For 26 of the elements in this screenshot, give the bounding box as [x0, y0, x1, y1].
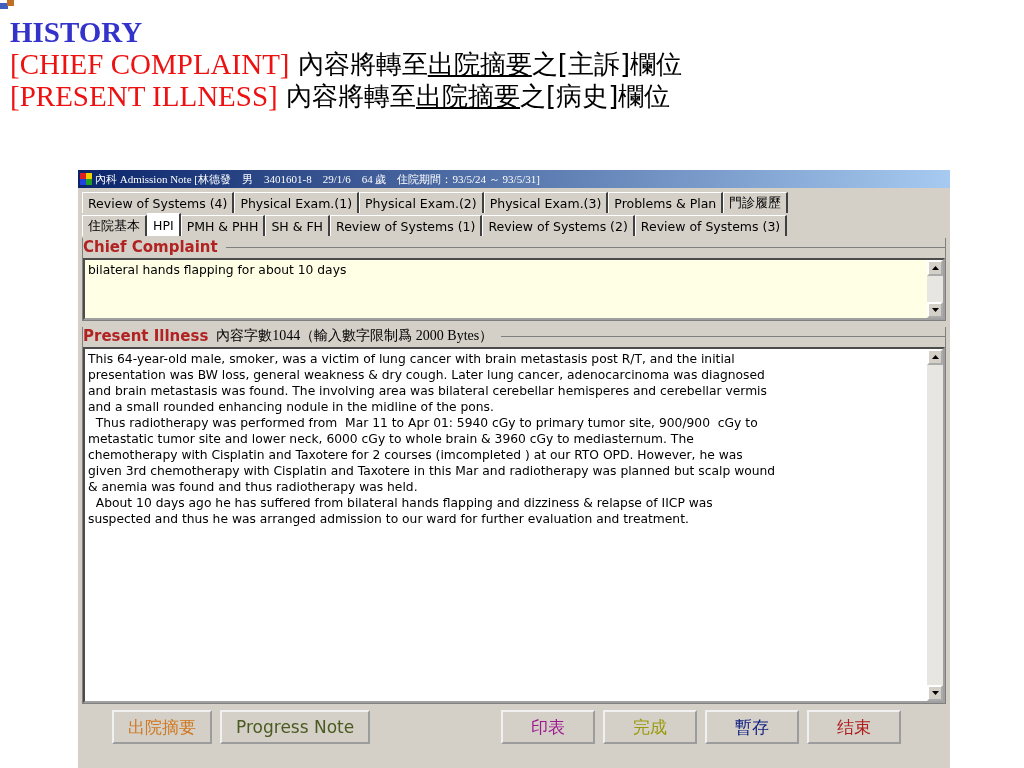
tab[interactable]: Physical Exam.(2): [359, 192, 484, 213]
tab[interactable]: PMH & PHH: [180, 215, 266, 236]
action-button[interactable]: Progress Note: [220, 710, 371, 744]
window-title: 內科 Admission Note [林德發 男 3401601-8 29/1/6 64 歲 住院期間：93/5/24 ～ 93/5/31]: [78, 170, 950, 188]
action-button[interactable]: 暫存: [705, 710, 800, 744]
tab[interactable]: 門診履歷: [723, 192, 789, 213]
group-title: Chief Complaint: [83, 238, 218, 256]
tab[interactable]: Physical Exam.(1): [234, 192, 360, 213]
tab[interactable]: Problems & Plan: [608, 192, 724, 213]
slide-text: [PRESENT ILLNESS] 內容將轉至出院摘要之[病史]欄位: [10, 80, 672, 112]
tab[interactable]: HPI: [147, 213, 181, 236]
slide-logo-icon: [0, 0, 14, 9]
tab[interactable]: Review of Systems (4): [82, 192, 235, 213]
slide-heading: HISTORY: [10, 16, 144, 48]
tab[interactable]: Review of Systems (3): [634, 215, 788, 236]
app-icon: [80, 173, 92, 185]
tab[interactable]: Review of Systems (1): [330, 215, 483, 236]
character-count: 內容字數1044（輸入數字限制爲 2000 Bytes）: [216, 327, 494, 345]
group-title: Present Illness: [83, 327, 209, 345]
tab[interactable]: 住院基本: [82, 215, 147, 236]
tab[interactable]: Physical Exam.(3): [483, 192, 609, 213]
tab[interactable]: SH & FH: [265, 215, 330, 236]
slide-text: [CHIEF COMPLAINT] 內容將轉至出院摘要之[主訴]欄位: [10, 48, 684, 80]
action-button[interactable]: 结束: [807, 710, 902, 744]
action-button[interactable]: 印表: [501, 710, 596, 744]
tab[interactable]: Review of Systems (2): [482, 215, 635, 236]
